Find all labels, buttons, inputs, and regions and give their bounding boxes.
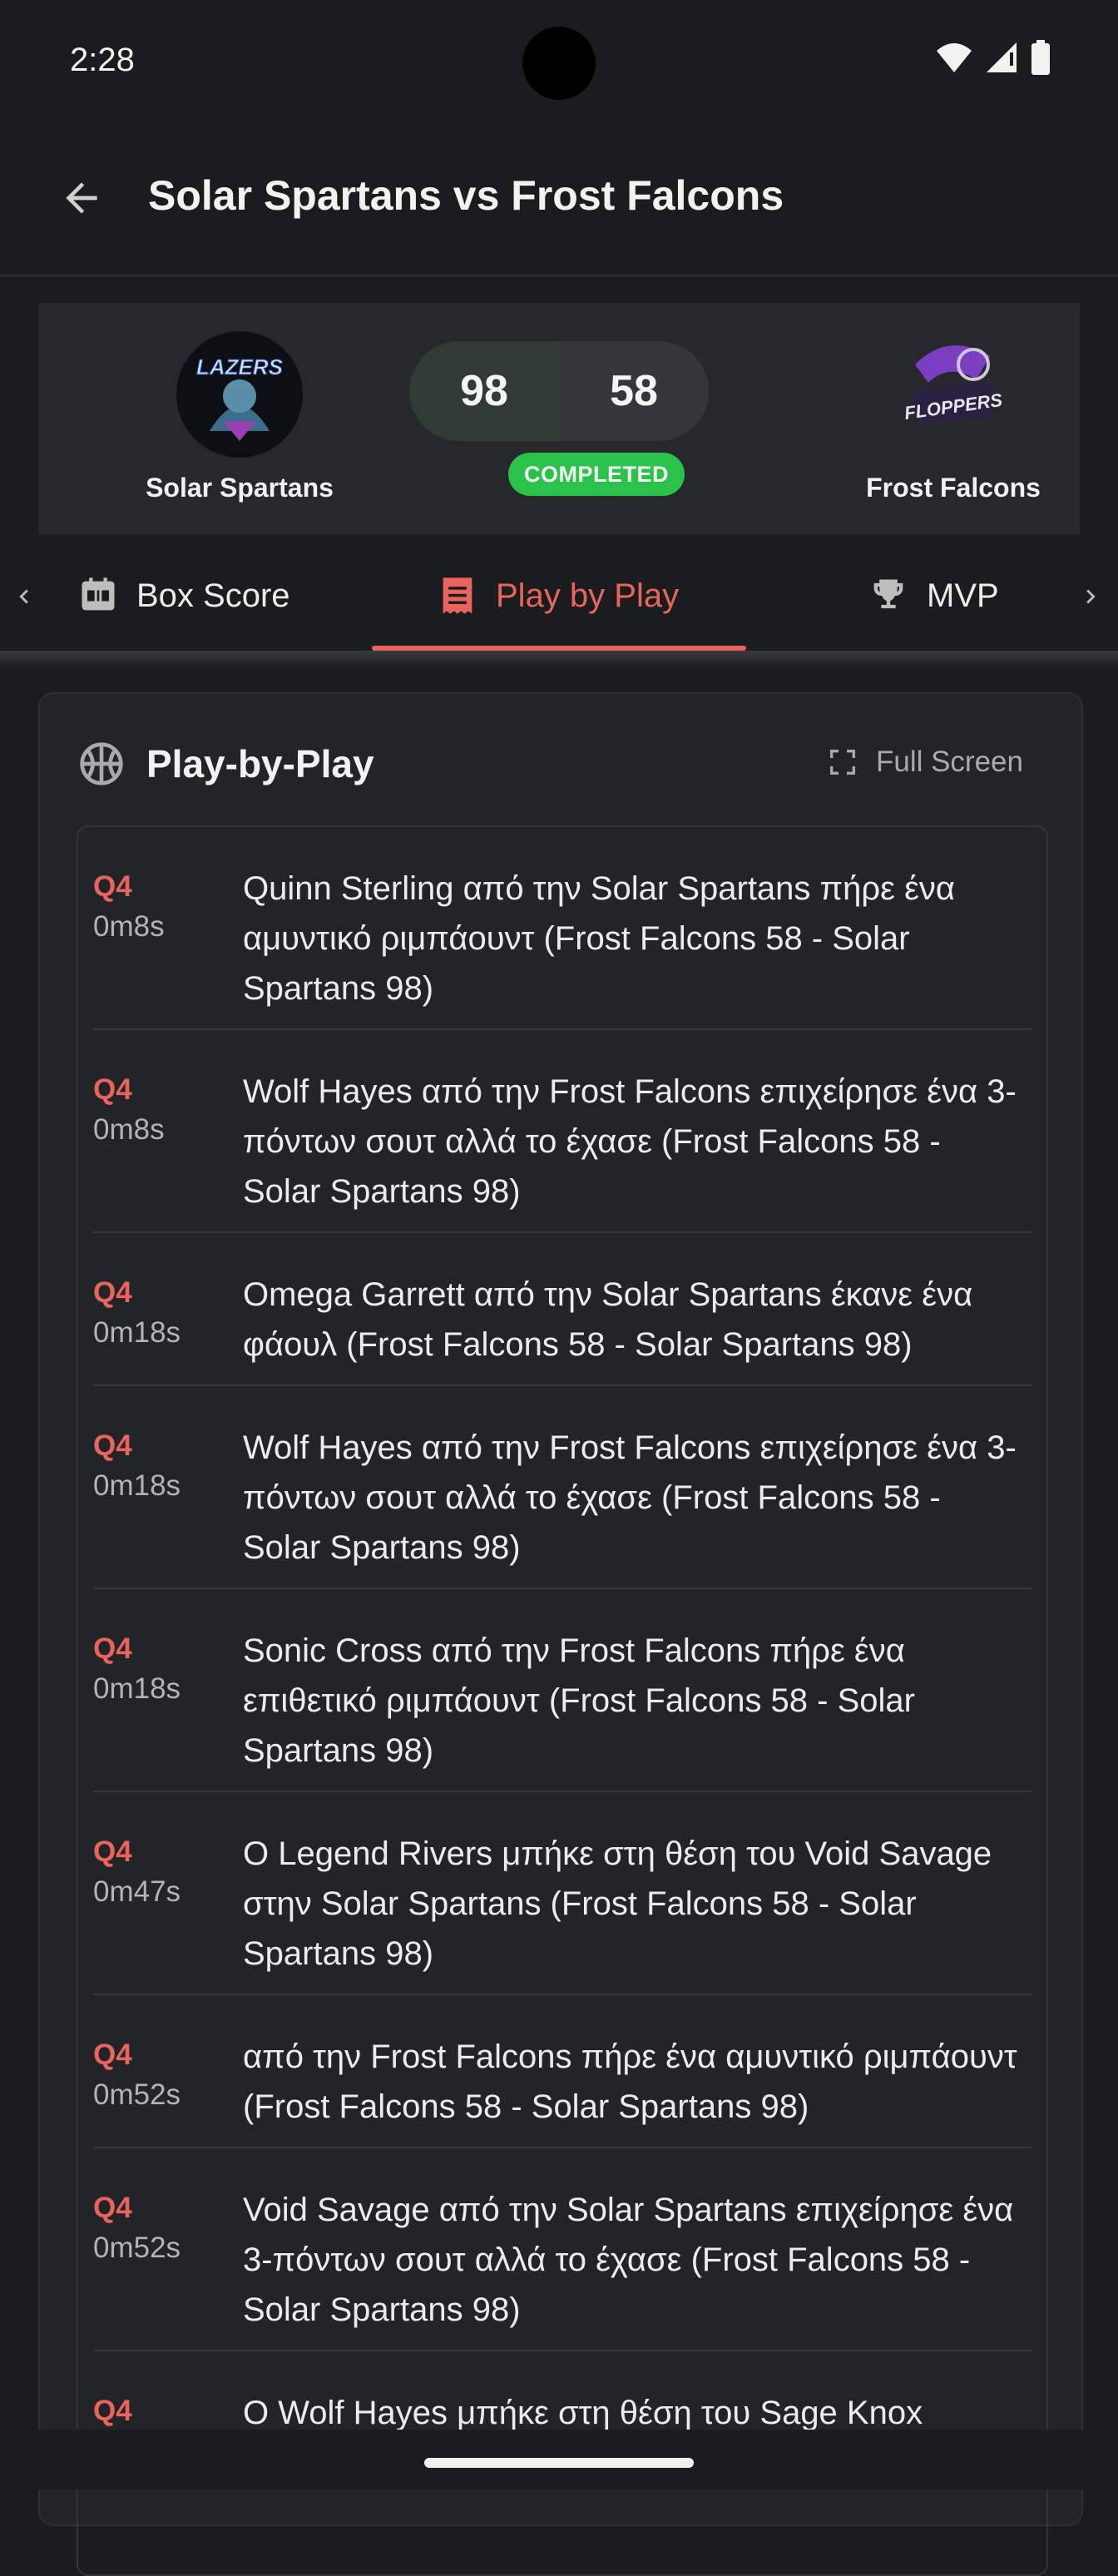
play-description: Wolf Hayes από την Frost Falcons επιχείρ…: [243, 1429, 1017, 1566]
play-time: 0m47s: [93, 1875, 181, 1908]
basketball-icon: [80, 742, 123, 785]
status-bar: 2:28: [0, 0, 1118, 125]
home-team-logo: LAZERS: [176, 331, 303, 458]
battery-icon: [1031, 40, 1050, 75]
play-time: 0m8s: [93, 1113, 165, 1146]
chevron-right-icon: [1086, 589, 1096, 604]
play-quarter: Q4: [93, 1276, 132, 1309]
play-time: 0m52s: [93, 2232, 181, 2264]
tabs-scroll-left-button[interactable]: [3, 576, 45, 617]
play-quarter: Q4: [93, 2395, 132, 2427]
tab-play-by-play-label: Play by Play: [496, 577, 680, 614]
play-quarter: Q4: [93, 1632, 132, 1665]
game-status-badge: COMPLETED: [508, 453, 685, 496]
arrow-back-icon: [66, 182, 97, 214]
tabs-shadow: [0, 651, 1118, 669]
play-time: 0m52s: [93, 2078, 181, 2111]
tab-mvp[interactable]: MVP: [867, 566, 999, 626]
play-description: Void Savage από την Solar Spartans επιχε…: [243, 2192, 1014, 2328]
status-time: 2:28: [70, 42, 135, 78]
play-time: 0m8s: [93, 910, 165, 943]
tab-play-by-play[interactable]: Play by Play: [436, 566, 679, 626]
tabs-scroll-right-button[interactable]: [1070, 576, 1111, 617]
play-quarter: Q4: [93, 2192, 132, 2224]
play-quarter: Q4: [93, 1835, 132, 1868]
play-description: Sonic Cross από την Frost Falcons πήρε έ…: [243, 1632, 915, 1769]
play-quarter: Q4: [93, 1429, 132, 1462]
tab-bar: Box Score Play by Play MVP: [0, 542, 1118, 651]
full-screen-label: Full Screen: [875, 746, 1023, 778]
play-item: Q4 0m8s Wolf Hayes από την Frost Falcons…: [93, 1030, 1031, 1233]
home-team[interactable]: LAZERS Solar Spartans: [115, 331, 364, 503]
system-nav-bar: [0, 2430, 1118, 2489]
away-team[interactable]: FLOPPERS Frost Falcons: [829, 331, 1078, 503]
play-item: Q4 0m47s Ο Legend Rivers μπήκε στη θέση …: [93, 1792, 1031, 1995]
play-description: Quinn Sterling από την Solar Spartans πή…: [243, 870, 956, 1007]
away-score: 58: [559, 341, 709, 441]
signal-icon: [987, 42, 1017, 72]
receipt-list-icon: [443, 577, 472, 614]
trophy-icon: [873, 579, 903, 609]
away-team-name: Frost Falcons: [866, 473, 1041, 503]
play-description: από την Frost Falcons πήρε ένα αμυντικό …: [243, 2039, 1017, 2125]
back-button[interactable]: [50, 166, 113, 230]
play-time: 0m18s: [93, 1316, 181, 1349]
play-item: Q4 0m18s Omega Garrett από την Solar Spa…: [93, 1233, 1031, 1386]
away-team-logo: FLOPPERS: [890, 331, 1017, 458]
play-quarter: Q4: [93, 2039, 132, 2071]
camera-cutout: [522, 27, 596, 100]
play-by-play-card: Play-by-Play Full Screen Q4 0m8s Quinn S…: [38, 692, 1083, 2576]
fullscreen-icon: [829, 750, 855, 775]
full-screen-button[interactable]: Full Screen: [826, 746, 1023, 779]
play-time: 0m18s: [93, 1469, 181, 1502]
status-icons: [935, 40, 1051, 75]
score-card: LAZERS Solar Spartans 98 58 COMPLETED FL…: [38, 303, 1080, 534]
home-gesture-handle[interactable]: [424, 2458, 694, 2468]
play-list: Q4 0m8s Quinn Sterling από την Solar Spa…: [77, 825, 1048, 2576]
tab-box-score-label: Box Score: [136, 577, 290, 614]
tab-box-score[interactable]: Box Score: [77, 566, 290, 626]
play-item: Q4 0m52s από την Frost Falcons πήρε ένα …: [93, 1995, 1031, 2148]
play-item: Q4 0m52s Void Savage από την Solar Spart…: [93, 2148, 1031, 2351]
play-description: Omega Garrett από την Solar Spartans έκα…: [243, 1276, 973, 1363]
play-quarter: Q4: [93, 870, 132, 903]
app-bar: Solar Spartans vs Frost Falcons: [0, 125, 1118, 277]
home-team-name: Solar Spartans: [146, 473, 334, 503]
page-title: Solar Spartans vs Frost Falcons: [148, 172, 784, 219]
tab-mvp-label: MVP: [927, 577, 999, 614]
home-score: 98: [409, 341, 559, 441]
pbp-title: Play-by-Play: [146, 742, 374, 785]
play-item: Q4 0m18s Wolf Hayes από την Frost Falcon…: [93, 1386, 1031, 1589]
play-description: Ο Legend Rivers μπήκε στη θέση του Void …: [243, 1835, 992, 1972]
pbp-header: Play-by-Play: [78, 741, 374, 787]
wifi-icon: [937, 43, 972, 72]
chevron-left-icon: [19, 589, 28, 604]
scoreboard-icon: [82, 577, 115, 611]
play-item: Q4 0m18s Sonic Cross από την Frost Falco…: [93, 1589, 1031, 1792]
play-description: Wolf Hayes από την Frost Falcons επιχείρ…: [243, 1073, 1017, 1210]
scoreboard: 98 58: [409, 341, 709, 441]
play-quarter: Q4: [93, 1073, 132, 1106]
play-item: Q4 0m8s Quinn Sterling από την Solar Spa…: [93, 827, 1031, 1030]
play-time: 0m18s: [93, 1672, 181, 1705]
home-logo-text: LAZERS: [196, 354, 284, 379]
